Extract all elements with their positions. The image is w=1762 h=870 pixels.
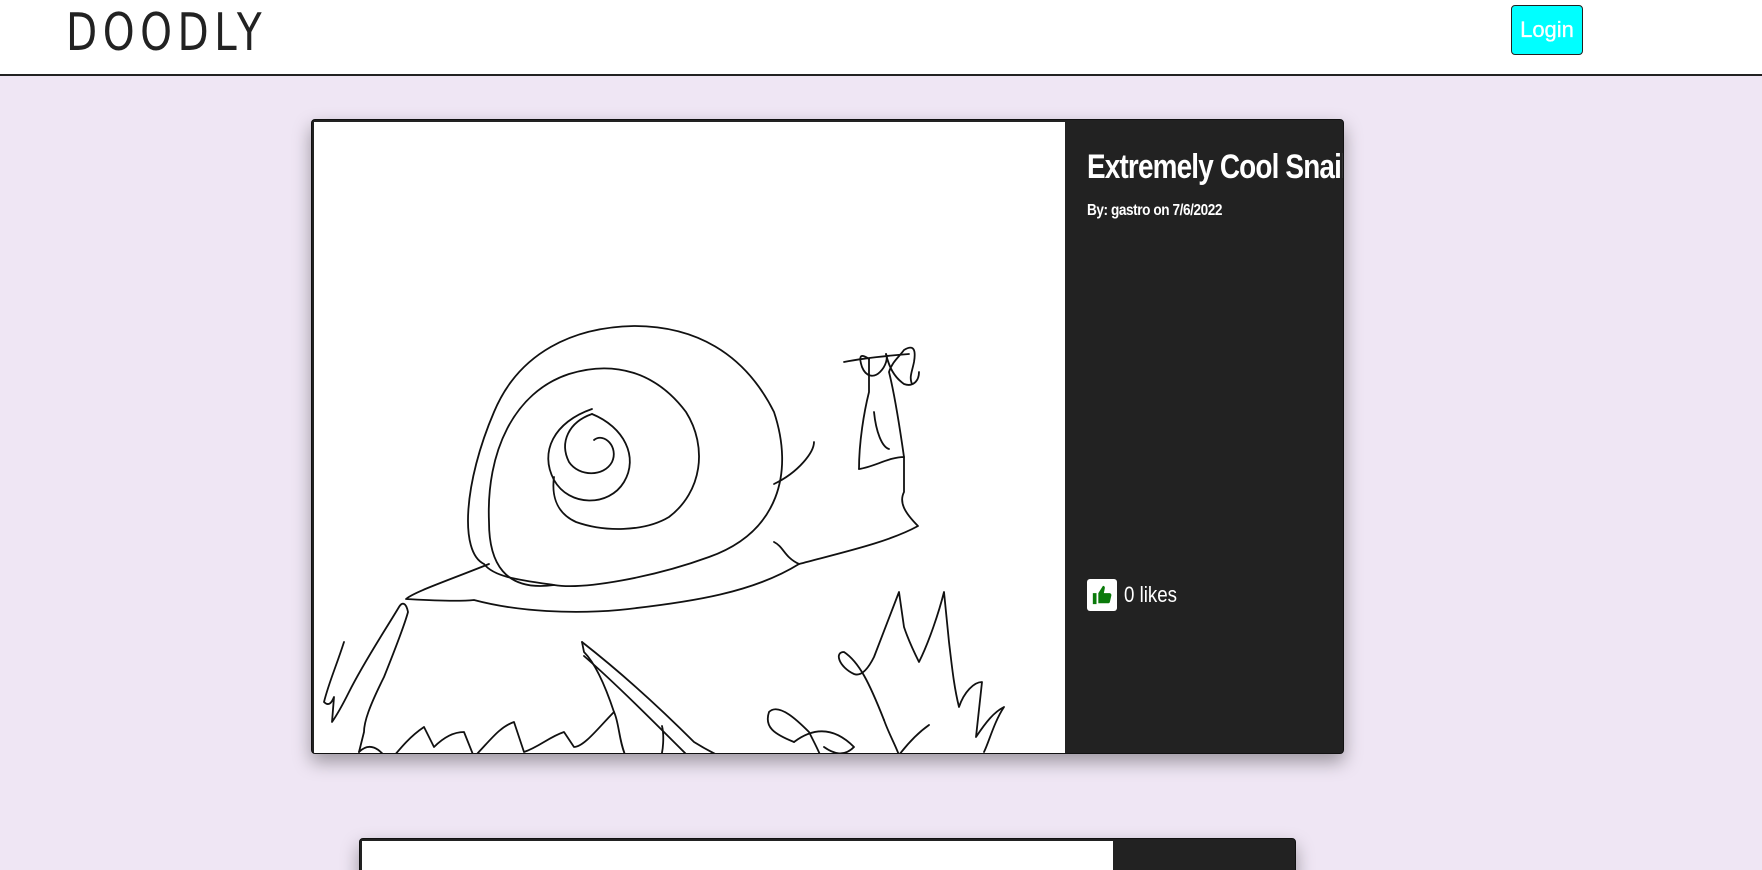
doodle-title: Extremely Cool Snail [1087,148,1344,186]
doodle-image-next[interactable] [362,841,1113,870]
doodle-card: Extremely Cool Snail By: gastro on 7/6/2… [311,119,1344,754]
navbar: DOODLY Login [0,0,1762,76]
brand-logo[interactable]: DOODLY [66,2,267,64]
likes-count: 0 likes [1124,582,1178,607]
thumbs-up-icon [1092,585,1112,605]
doodle-image[interactable] [314,122,1065,753]
doodle-card-next [359,838,1296,870]
doodle-byline: By: gastro on 7/6/2022 [1087,202,1223,219]
doodle-info-panel: Extremely Cool Snail By: gastro on 7/6/2… [1065,120,1344,753]
like-button[interactable] [1087,579,1117,611]
login-button[interactable]: Login [1511,5,1583,55]
like-row: 0 likes [1087,578,1186,612]
